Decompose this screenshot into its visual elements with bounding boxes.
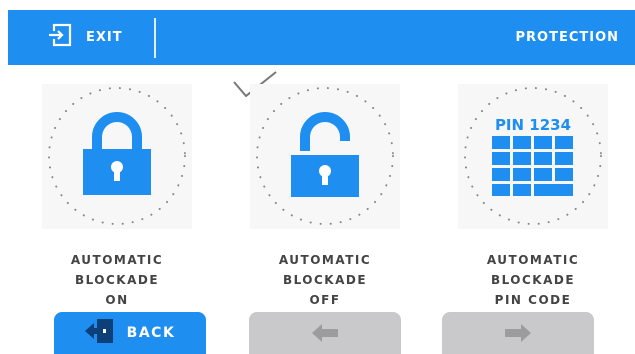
caption-line: PIN CODE [494, 293, 572, 307]
arrow-left-icon [312, 324, 338, 342]
caption-line: BLOCKADE [282, 273, 368, 287]
keypad-icon [492, 136, 573, 196]
caption-blockade-pin: AUTOMATIC BLOCKADE PIN CODE [448, 250, 618, 310]
back-button[interactable]: BACK [54, 312, 206, 354]
lock-closed-icon [83, 112, 151, 195]
caption-line: AUTOMATIC [486, 253, 580, 267]
page-title: PROTECTION [515, 30, 619, 45]
back-label: BACK [126, 325, 176, 341]
pin-label: PIN 1234 [494, 116, 572, 134]
caption-line: OFF [309, 293, 341, 307]
back-door-icon [84, 318, 115, 348]
caption-line: AUTOMATIC [278, 253, 372, 267]
lock-open-icon [291, 112, 359, 197]
next-button[interactable] [442, 312, 594, 354]
option-blockade-off[interactable] [250, 84, 400, 229]
previous-button[interactable] [249, 312, 401, 354]
arrow-right-icon [505, 324, 531, 342]
caption-blockade-on: AUTOMATIC BLOCKADE ON [32, 250, 202, 310]
header-divider [154, 18, 156, 58]
caption-line: BLOCKADE [74, 273, 160, 287]
caption-blockade-off: AUTOMATIC BLOCKADE OFF [240, 250, 410, 310]
top-bar: EXIT PROTECTION [8, 10, 635, 65]
caption-line: ON [105, 293, 129, 307]
exit-button[interactable]: EXIT [48, 23, 123, 51]
caption-line: AUTOMATIC [70, 253, 164, 267]
option-blockade-on[interactable] [42, 84, 192, 229]
exit-icon [48, 23, 72, 51]
exit-label: EXIT [86, 29, 123, 45]
caption-line: BLOCKADE [490, 273, 576, 287]
option-blockade-pin[interactable]: PIN 1234 [458, 84, 608, 229]
